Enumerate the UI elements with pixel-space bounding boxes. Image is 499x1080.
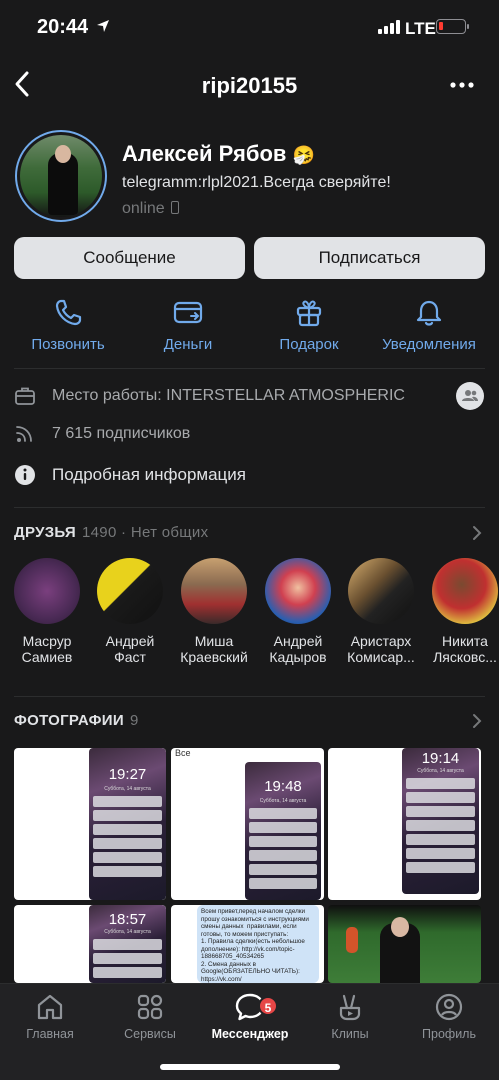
chevron-right-icon[interactable] [472,525,482,541]
photos-section-title[interactable]: ФОТОГРАФИИ 9 [14,712,139,729]
friend-item[interactable]: Андрей Кадыров [257,558,339,665]
sneezing-face-emoji: 🤧 [292,145,315,165]
gift-action[interactable]: Подарок [259,298,359,353]
message-button[interactable]: Сообщение [14,237,245,279]
friend-avatar [432,558,498,624]
unread-badge: 5 [258,996,278,1016]
friend-item[interactable]: Андрей Фаст [89,558,171,665]
gift-icon [296,300,322,327]
briefcase-icon [15,387,35,405]
mobile-phone-icon [170,201,179,214]
money-transfer-icon [173,301,203,324]
subscribe-button[interactable]: Подписаться [254,237,485,279]
chat-message-screenshot: Всем привет,перед началом сделки прошу о… [197,905,319,983]
photo-thumbnail[interactable]: 19:14 Суббота, 14 августа [328,748,481,900]
clips-icon [339,994,361,1021]
network-type: LTE [405,19,436,38]
lockscreen-screenshot: 19:14 Суббота, 14 августа [402,748,479,894]
details-link[interactable]: Подробная информация [14,462,246,488]
clock: 20:44 [37,16,89,38]
status-bar: 20:44 LTE [0,0,499,56]
friend-item[interactable]: Миша Краевский [173,558,255,665]
photo-thumbnail[interactable]: Всем привет,перед началом сделки прошу о… [171,905,324,983]
rss-icon [16,426,32,442]
lockscreen-screenshot: 18:57 Суббота, 14 августа [89,905,166,983]
more-options-icon[interactable] [450,82,474,88]
photo-thumbnail[interactable] [328,905,481,983]
top-bar: ripi20155 [0,58,499,114]
bell-icon [416,300,442,326]
profile-icon [435,993,463,1021]
money-action[interactable]: Деньги [138,298,238,353]
divider [14,368,485,369]
location-arrow-icon [97,20,109,32]
divider [14,507,485,508]
friend-item[interactable]: Аристарх Комисар... [340,558,422,665]
battery-icon [436,19,469,34]
tab-services[interactable]: Сервисы [100,992,200,1041]
tab-home[interactable]: Главная [0,992,100,1041]
home-icon [37,994,63,1020]
divider [14,696,485,697]
photo-thumbnail[interactable]: 18:57 Суббота, 14 августа [14,905,166,983]
profile-avatar[interactable] [15,130,107,222]
group-avatar[interactable] [456,382,484,410]
info-icon [15,465,35,485]
friends-section-title[interactable]: ДРУЗЬЯ 1490 · Нет общих [14,524,208,541]
signal-icon [378,20,400,34]
call-action[interactable]: Позвонить [18,298,118,353]
friend-avatar [181,558,247,624]
page-title: ripi20155 [201,73,298,98]
tab-messenger[interactable]: Мессенджер 5 [200,992,300,1041]
photo-thumbnail[interactable]: 19:27 Суббота, 14 августа [14,748,166,900]
friend-avatar [348,558,414,624]
friend-avatar [97,558,163,624]
tab-profile[interactable]: Профиль [399,992,499,1041]
chevron-right-icon[interactable] [472,713,482,729]
lockscreen-screenshot: 19:27 Суббота, 14 августа [89,748,166,900]
notifications-action[interactable]: Уведомления [374,298,484,353]
photo-thumbnail[interactable]: Все 19:48 Суббота, 14 августа [171,748,324,900]
work-info[interactable]: Место работы: INTERSTELLAR ATMOSPHERIC [14,383,405,409]
friend-item[interactable]: Никита Лясковс... [424,558,499,665]
followers-info[interactable]: 7 615 подписчиков [14,421,190,447]
online-status: online [122,200,179,218]
phone-icon [55,299,82,326]
tab-clips[interactable]: Клипы [300,992,400,1041]
friend-avatar [14,558,80,624]
services-icon [137,994,163,1020]
lockscreen-screenshot: 19:48 Суббота, 14 августа [245,762,321,900]
users-icon [462,390,478,401]
profile-name: Алексей Рябов 🤧 [122,141,315,166]
profile-status[interactable]: telegramm:rlpl2021.Всегда сверяйте! [122,174,391,192]
friend-item[interactable]: Масрур Самиев [6,558,88,665]
home-indicator [160,1064,340,1070]
friend-avatar [265,558,331,624]
